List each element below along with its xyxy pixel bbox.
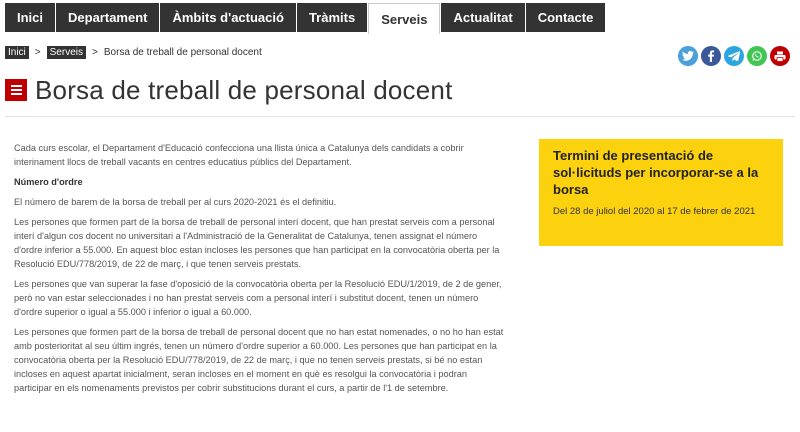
nav-item-contacte[interactable]: Contacte xyxy=(525,3,606,32)
facebook-icon[interactable] xyxy=(701,46,721,66)
nav-item-departament[interactable]: Departament xyxy=(56,3,160,32)
content-paragraph: Les persones que van superar la fase d'o… xyxy=(14,279,502,317)
telegram-icon[interactable] xyxy=(724,46,744,66)
nav-item-actualitat[interactable]: Actualitat xyxy=(441,3,525,32)
main-content: Cada curs escolar, el Departament d'Educ… xyxy=(14,141,506,401)
breadcrumb-home-link[interactable]: Inici xyxy=(5,45,29,59)
header-divider xyxy=(5,116,795,117)
breadcrumb-current: Borsa de treball de personal docent xyxy=(103,46,262,58)
deadline-callout: Termini de presentació de sol·licituds p… xyxy=(539,139,783,246)
print-icon[interactable] xyxy=(770,46,790,66)
nav-item-tramits[interactable]: Tràmits xyxy=(296,3,368,32)
share-toolbar xyxy=(678,46,790,66)
intro-paragraph: Cada curs escolar, el Departament d'Educ… xyxy=(14,143,464,167)
callout-text: Del 28 de juliol del 2020 al 17 de febre… xyxy=(553,206,756,217)
twitter-icon[interactable] xyxy=(678,46,698,66)
menu-icon xyxy=(5,79,27,101)
top-navigation: Inici Departament Àmbits d'actuació Tràm… xyxy=(0,0,800,34)
breadcrumb-separator: > xyxy=(34,46,41,58)
breadcrumb-section-link[interactable]: Serveis xyxy=(46,45,86,59)
page-title: Borsa de treball de personal docent xyxy=(35,74,453,105)
page-header: Borsa de treball de personal docent xyxy=(5,73,453,107)
whatsapp-icon[interactable] xyxy=(747,46,767,66)
breadcrumb: Inici > Serveis > Borsa de treball de pe… xyxy=(5,45,262,59)
content-paragraph: El número de barem de la borsa de trebal… xyxy=(14,197,337,207)
callout-title: Termini de presentació de sol·licituds p… xyxy=(553,148,759,197)
breadcrumb-separator: > xyxy=(92,46,98,58)
content-paragraph: Les persones que formen part de la borsa… xyxy=(14,217,500,269)
content-paragraph: Les persones que formen part de la borsa… xyxy=(14,327,504,393)
nav-list: Inici Departament Àmbits d'actuació Tràm… xyxy=(5,3,606,34)
nav-item-ambits[interactable]: Àmbits d'actuació xyxy=(160,3,296,32)
nav-item-inici[interactable]: Inici xyxy=(5,3,56,32)
section-heading: Número d'ordre xyxy=(14,177,83,187)
nav-item-serveis[interactable]: Serveis xyxy=(368,3,441,34)
